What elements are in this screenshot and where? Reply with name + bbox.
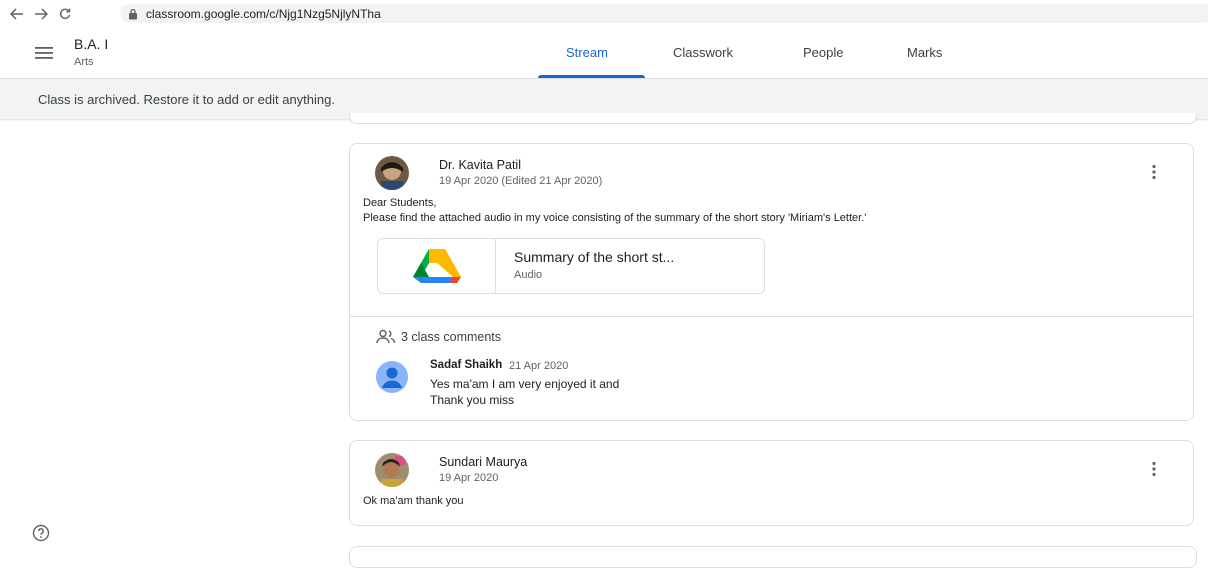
class-section: Arts — [74, 56, 94, 68]
app-header: B.A. I Arts Stream Classwork People Mark… — [0, 27, 1208, 79]
help-icon[interactable] — [32, 524, 50, 542]
hamburger-menu-icon[interactable] — [35, 46, 53, 60]
browser-bar: classroom.google.com/c/Njg1Nzg5NjlyNTha — [0, 0, 1208, 27]
comment-author: Sadaf Shaikh — [430, 359, 503, 371]
comment-text: Yes ma'am I am very enjoyed it and — [430, 377, 620, 391]
more-options-icon[interactable] — [1151, 461, 1157, 477]
comment-text: Thank you miss — [430, 393, 515, 407]
attachment-thumbnail — [378, 239, 496, 293]
active-tab-indicator — [538, 75, 645, 78]
avatar — [375, 156, 409, 190]
attachment-title: Summary of the short st... — [514, 249, 675, 265]
more-options-icon[interactable] — [1151, 164, 1157, 180]
post-author[interactable]: Sundari Maurya — [439, 455, 527, 469]
people-icon — [376, 329, 396, 344]
comment-date: 21 Apr 2020 — [509, 360, 569, 372]
attachment-card[interactable]: Summary of the short st... Audio — [377, 238, 765, 294]
post-body-line: Please find the attached audio in my voi… — [363, 212, 867, 224]
post-card: Sundari Maurya 19 Apr 2020 Ok ma'am than… — [349, 440, 1194, 526]
next-post-card — [349, 546, 1197, 568]
avatar — [375, 453, 409, 487]
archived-banner-text: Class is archived. Restore it to add or … — [38, 91, 335, 107]
class-title[interactable]: B.A. I — [74, 36, 108, 52]
reload-icon[interactable] — [54, 4, 76, 24]
tab-classwork[interactable]: Classwork — [669, 27, 737, 78]
avatar — [376, 361, 408, 393]
tab-stream[interactable]: Stream — [562, 27, 612, 78]
back-arrow-icon[interactable] — [6, 4, 28, 24]
post-card: Dr. Kavita Patil 19 Apr 2020 (Edited 21 … — [349, 143, 1194, 421]
post-date: 19 Apr 2020 (Edited 21 Apr 2020) — [439, 175, 603, 187]
post-body-line: Ok ma'am thank you — [363, 495, 464, 507]
tab-marks[interactable]: Marks — [903, 27, 946, 78]
tab-people[interactable]: People — [799, 27, 847, 78]
previous-post-card — [349, 113, 1197, 124]
post-date: 19 Apr 2020 — [439, 472, 499, 484]
forward-arrow-icon[interactable] — [30, 4, 52, 24]
attachment-type: Audio — [514, 269, 543, 281]
class-comments-link[interactable]: 3 class comments — [401, 330, 501, 344]
lock-icon — [129, 8, 137, 19]
url-text: classroom.google.com/c/Njg1Nzg5NjlyNTha — [146, 6, 381, 21]
post-body-line: Dear Students, — [363, 197, 437, 209]
address-bar[interactable]: classroom.google.com/c/Njg1Nzg5NjlyNTha — [120, 4, 1208, 23]
post-author[interactable]: Dr. Kavita Patil — [439, 158, 521, 172]
google-drive-icon — [412, 249, 461, 283]
card-divider — [350, 316, 1193, 317]
